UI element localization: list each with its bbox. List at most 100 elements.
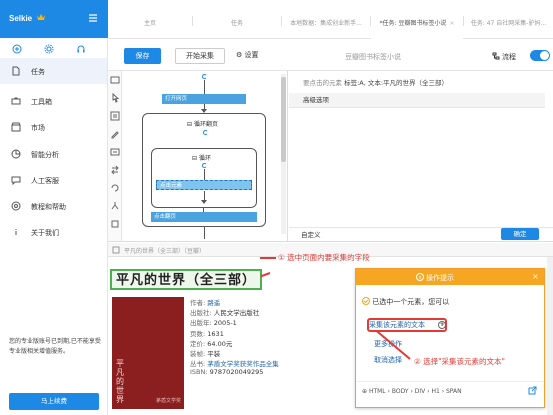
confirm-button[interactable]: 确定 [501, 228, 539, 240]
series-link[interactable]: 茅盾文学奖获奖作品全集 [207, 360, 279, 368]
vip-crown-icon [37, 14, 45, 20]
close-icon[interactable]: × [532, 272, 539, 281]
tab-home[interactable]: 主页 [108, 0, 192, 39]
annotation-step-1: ① 选中页面内要采集的字段 [278, 253, 370, 262]
input-tool-icon[interactable] [110, 129, 120, 139]
sidebar-item-toolbox[interactable]: 工具箱 [0, 88, 107, 114]
custom-button[interactable]: 自定义 [301, 229, 321, 239]
element-path-breadcrumb[interactable]: ⊕ HTML › BODY › DIV › H1 › SPAN [362, 388, 462, 395]
expand-icon[interactable]: ⊕ [362, 388, 369, 395]
flow-toggle[interactable] [530, 50, 550, 61]
headset-icon[interactable] [76, 44, 86, 54]
sidebar-item-support[interactable]: 人工客服 [0, 167, 107, 193]
loop-inner-spinner-icon [202, 163, 207, 168]
annotation-step-2: ② 选择"采集该元素的文本" [414, 357, 506, 366]
sidebar-item-label: 关于我们 [31, 229, 59, 237]
flow-icon [492, 52, 500, 60]
gear-icon[interactable] [44, 44, 54, 54]
info-key: ISBN: [190, 368, 208, 377]
tab-label: 任务: 47 自社网采集-驴妈... [470, 20, 547, 27]
properties-panel: 要点击的元素 标签:A, 文本:平凡的世界（全三部） 高级选项 自定义 确定 [289, 71, 553, 241]
end-loop-tool-icon[interactable] [110, 219, 120, 229]
book-cover[interactable]: 平凡的世界 茅盾文学奖 [112, 297, 184, 409]
tab-current-task[interactable]: *任务: 豆瓣图书标签小说 × [371, 0, 463, 39]
tab-bar: 主页 任务 本地数据：集成创业新手... *任务: 豆瓣图书标签小说 × 任务: … [108, 0, 553, 39]
tab-local-data[interactable]: 本地数据：集成创业新手... [282, 0, 370, 39]
tab-other-task[interactable]: 任务: 47 自社网采集-驴妈... [464, 0, 553, 39]
add-task-icon[interactable] [12, 44, 22, 54]
info-value: 人民文学出版社 [213, 309, 260, 318]
switch-tool-icon[interactable] [110, 165, 120, 175]
brand-name: Selkie [9, 14, 33, 23]
tab-tasks[interactable]: 任务 [193, 0, 281, 39]
info-row: 页数: 1631 [190, 328, 360, 338]
open-page-tool-icon[interactable] [110, 75, 120, 85]
minus-icon: ⊟ [187, 121, 194, 128]
connector [204, 227, 205, 239]
loop-block[interactable]: ⊟ 循环 点击元素 [151, 148, 257, 208]
tip-header: 操作提示 × [356, 269, 544, 285]
renew-button[interactable]: 马上续费 [9, 393, 99, 410]
start-collect-button[interactable]: 开始采集 [175, 48, 225, 64]
loop-pagination-block[interactable]: ⊟ 循环翻页 ⊟ 循环 点击元素 点击翻页 [142, 113, 266, 227]
captcha-tool-icon[interactable] [110, 147, 120, 157]
collect-text-option[interactable]: 采集该元素的文本 [369, 320, 425, 330]
scroll-thumb[interactable] [281, 77, 286, 162]
toolbox-icon [11, 97, 21, 105]
workflow-toolbox [108, 71, 122, 241]
info-row: ISBN: 9787020049295 [190, 368, 360, 378]
sidebar-header: Selkie [0, 0, 108, 38]
tab-label: *任务: 豆瓣图书标签小说 [379, 20, 447, 27]
tab-label: 任务 [230, 20, 243, 27]
save-button[interactable]: 保存 [124, 48, 161, 64]
info-row: 丛书: 茅盾文学奖获奖作品全集 [190, 358, 360, 368]
advanced-options[interactable]: 高级选项 [289, 93, 545, 108]
info-value: 2005-1 [213, 319, 237, 328]
external-link-icon[interactable] [528, 386, 537, 395]
info-key: 页数: [190, 329, 206, 338]
click-tool-icon[interactable] [110, 93, 120, 103]
workflow-panel: 打开网页 ⊟ 循环翻页 ⊟ 循环 点击元素 点击翻页 [108, 71, 288, 241]
settings-label: 设置 [244, 51, 259, 59]
info-key: 装帧: [190, 349, 206, 358]
market-icon [11, 122, 21, 132]
info-row: 定价: 64.00元 [190, 338, 360, 348]
extract-tool-icon[interactable] [110, 111, 120, 121]
start-node-icon [202, 74, 207, 79]
question-icon[interactable] [438, 321, 446, 329]
node-open-page[interactable]: 打开网页 [162, 94, 246, 104]
book-title-selected[interactable]: 平凡的世界（全三部） [110, 269, 263, 290]
sidebar-item-about[interactable]: 关于我们 [0, 219, 107, 245]
connector [204, 80, 205, 94]
sidebar-item-label: 任务 [31, 68, 45, 76]
page-icon [112, 246, 120, 254]
pie-chart-icon [11, 149, 21, 159]
sidebar-item-tasks[interactable]: 任务 [0, 58, 107, 84]
cancel-selection-option[interactable]: 取消选择 [374, 355, 402, 365]
loop-tool-icon[interactable] [110, 183, 120, 193]
cover-subtitle: 茅盾文学奖 [156, 398, 182, 404]
sidebar-item-label: 人工客服 [31, 177, 59, 185]
author-link[interactable]: 路遥 [207, 299, 220, 307]
sidebar-item-help[interactable]: 教程和帮助 [0, 193, 107, 219]
flow-label: 流程 [502, 53, 516, 61]
menu-icon[interactable] [88, 13, 98, 23]
help-icon [11, 201, 21, 211]
node-click-next[interactable]: 点击翻页 [151, 212, 257, 222]
settings-button[interactable]: ⚙ 设置 [236, 50, 259, 60]
minus-icon: ⊟ [192, 155, 199, 162]
node-click-element[interactable]: 点击元素 [156, 180, 252, 190]
hint-prefix: 要点击的元素 [303, 79, 342, 87]
annotation-arrow [260, 257, 276, 259]
info-key: 作者: [190, 299, 206, 307]
info-row: 作者: 路遥 [190, 297, 360, 307]
sidebar-item-analytics[interactable]: 智能分析 [0, 141, 107, 167]
tip-message-text: 已选中一个元素，您可以 [372, 298, 450, 306]
close-icon[interactable]: × [449, 20, 454, 27]
tab-label: 主页 [143, 20, 156, 27]
branch-tool-icon[interactable] [110, 201, 120, 211]
info-key: 出版社: [190, 309, 212, 318]
workflow-scrollbar[interactable] [281, 74, 286, 234]
browser-scrollbar[interactable] [547, 257, 553, 415]
sidebar-item-market[interactable]: 市场 [0, 114, 107, 140]
